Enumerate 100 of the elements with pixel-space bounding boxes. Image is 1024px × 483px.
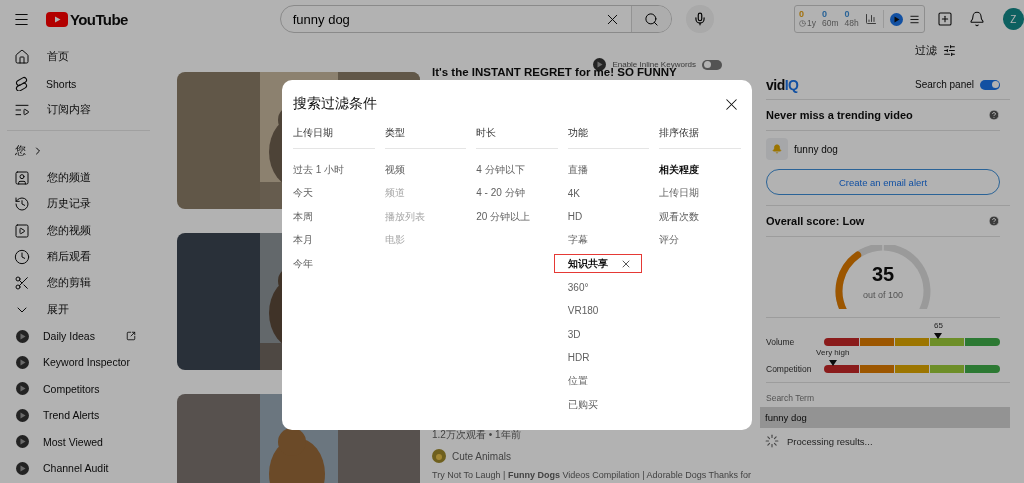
play-logo-icon bbox=[46, 11, 68, 27]
filter-option[interactable]: 今天 bbox=[293, 181, 375, 205]
filter-option[interactable]: 观看次数 bbox=[659, 205, 741, 229]
column-heading: 上传日期 bbox=[293, 126, 375, 149]
section-title: Never miss a trending video bbox=[766, 109, 913, 121]
filter-option[interactable]: 360° bbox=[567, 275, 650, 299]
stat-period: 60m bbox=[821, 19, 839, 28]
filter-button[interactable]: 过滤 bbox=[915, 38, 956, 62]
search-term: funny dog bbox=[760, 407, 1010, 428]
filter-option[interactable]: 4 - 20 分钟 bbox=[476, 181, 558, 205]
play-icon bbox=[16, 435, 29, 449]
filter-option[interactable]: 过去 1 小时 bbox=[293, 158, 375, 182]
stat-count: 0 bbox=[798, 10, 805, 19]
sidebar-item[interactable]: Most Viewed bbox=[0, 428, 160, 455]
help-icon[interactable] bbox=[988, 215, 1000, 227]
keyword-text: funny dog bbox=[794, 143, 838, 155]
filter-option[interactable]: 字幕 bbox=[567, 228, 650, 252]
help-icon[interactable] bbox=[988, 109, 1000, 121]
sidebar-item[interactable]: 订阅内容 bbox=[0, 96, 160, 124]
play-icon[interactable] bbox=[889, 12, 903, 26]
stat-count: 0 bbox=[844, 10, 851, 19]
play-icon bbox=[16, 356, 29, 369]
score-value: 35 bbox=[870, 263, 896, 286]
sidebar-item[interactable]: 历史记录 bbox=[0, 190, 160, 218]
sidebar-item[interactable]: 您的剪辑 bbox=[0, 270, 160, 297]
filter-option[interactable]: 本周 bbox=[293, 205, 375, 229]
column-heading: 类型 bbox=[384, 126, 467, 149]
sidebar-item[interactable]: Daily Ideas bbox=[0, 322, 160, 350]
sidebar-item[interactable]: 稍后观看 bbox=[0, 243, 160, 271]
notifications-button[interactable] bbox=[968, 11, 985, 27]
stats-widget[interactable]: 0 1y 0 60m 0 48h bbox=[793, 5, 925, 33]
filter-option[interactable]: 直播 bbox=[567, 158, 650, 182]
vidiq-logo: vidIQ bbox=[766, 76, 799, 93]
search-icon bbox=[644, 11, 660, 27]
external-link-icon bbox=[126, 331, 136, 342]
filter-option[interactable]: HD bbox=[567, 205, 650, 229]
filter-option[interactable]: 4 分钟以下 bbox=[476, 158, 558, 182]
bell-icon bbox=[968, 11, 985, 27]
filter-option[interactable]: 知识共享 bbox=[553, 254, 642, 273]
filter-option[interactable]: 已购买 bbox=[567, 393, 650, 417]
mic-icon bbox=[693, 12, 708, 26]
play-square-icon bbox=[14, 222, 30, 239]
filter-option[interactable]: 3D bbox=[567, 322, 650, 346]
toggle-switch[interactable] bbox=[702, 59, 722, 70]
sidebar-item[interactable]: 您的频道 bbox=[0, 164, 160, 191]
filter-option[interactable]: 4K bbox=[567, 181, 650, 205]
chart-icon[interactable] bbox=[864, 13, 877, 25]
filter-option[interactable]: 评分 bbox=[659, 228, 741, 252]
channel-name[interactable]: Cute Animals bbox=[452, 450, 511, 462]
field-label: Search Term bbox=[766, 393, 816, 403]
create-button[interactable] bbox=[936, 11, 953, 27]
filter-option[interactable]: 本月 bbox=[293, 228, 375, 252]
meter-label: Competition bbox=[766, 364, 813, 374]
toggle-label: Enable Inline Keywords bbox=[612, 60, 696, 69]
filter-option[interactable]: VR180 bbox=[567, 299, 650, 323]
bell-icon bbox=[766, 138, 788, 160]
sliders-icon bbox=[943, 43, 956, 57]
meter-reading: Very high bbox=[816, 348, 850, 358]
sidebar-item[interactable]: 首页 bbox=[0, 44, 160, 71]
shorts-icon bbox=[14, 76, 29, 92]
stat-count: 0 bbox=[821, 10, 828, 19]
meter-label: Volume bbox=[766, 337, 796, 347]
user-square-icon bbox=[14, 169, 30, 186]
toggle-switch[interactable] bbox=[980, 79, 1000, 90]
score-caption: out of 100 bbox=[861, 290, 904, 300]
sidebar-item[interactable]: Keyword Inspector bbox=[0, 349, 160, 376]
sidebar-item[interactable]: 您的视频 bbox=[0, 217, 160, 244]
dialog-title: 搜索过滤条件 bbox=[293, 95, 377, 113]
sidebar-item[interactable]: Channel Audit bbox=[0, 454, 160, 482]
section-title: 您 bbox=[15, 144, 26, 159]
play-icon bbox=[16, 382, 29, 396]
history-icon bbox=[14, 196, 30, 213]
filter-option[interactable]: 位置 bbox=[567, 369, 650, 393]
sidebar-item[interactable]: Competitors bbox=[0, 375, 160, 403]
play-icon bbox=[16, 408, 29, 422]
youtube-logo[interactable]: YouTube bbox=[46, 10, 128, 28]
mic-button[interactable] bbox=[686, 5, 714, 33]
avatar[interactable]: Z bbox=[1002, 8, 1024, 30]
sidebar-heading[interactable]: 您 bbox=[0, 138, 160, 165]
email-alert-button[interactable]: Create an email alert bbox=[766, 169, 1000, 195]
status-text: Processing results... bbox=[787, 435, 873, 447]
sidebar-item[interactable]: Shorts bbox=[0, 70, 160, 97]
filter-option[interactable]: 视频 bbox=[384, 158, 467, 182]
column-heading: 功能 bbox=[567, 126, 650, 149]
search-button[interactable] bbox=[631, 6, 672, 32]
filter-option[interactable]: 今年 bbox=[293, 252, 375, 276]
menu-icon[interactable] bbox=[908, 13, 920, 25]
filter-option[interactable]: 相关程度 bbox=[659, 158, 741, 182]
channel-avatar[interactable] bbox=[432, 449, 446, 463]
sidebar-item[interactable]: Trend Alerts bbox=[0, 402, 160, 429]
scissors-icon bbox=[14, 275, 30, 292]
home-icon bbox=[14, 49, 30, 66]
search-field[interactable]: funny dog bbox=[280, 10, 605, 28]
clock-icon bbox=[14, 248, 30, 265]
expand-item[interactable]: 展开 bbox=[0, 296, 160, 323]
stat-period: 1y bbox=[798, 19, 816, 28]
spinner-icon bbox=[765, 434, 779, 448]
filter-option[interactable]: HDR bbox=[567, 346, 650, 370]
filter-option[interactable]: 20 分钟以上 bbox=[476, 205, 558, 229]
filter-option[interactable]: 上传日期 bbox=[659, 181, 741, 205]
